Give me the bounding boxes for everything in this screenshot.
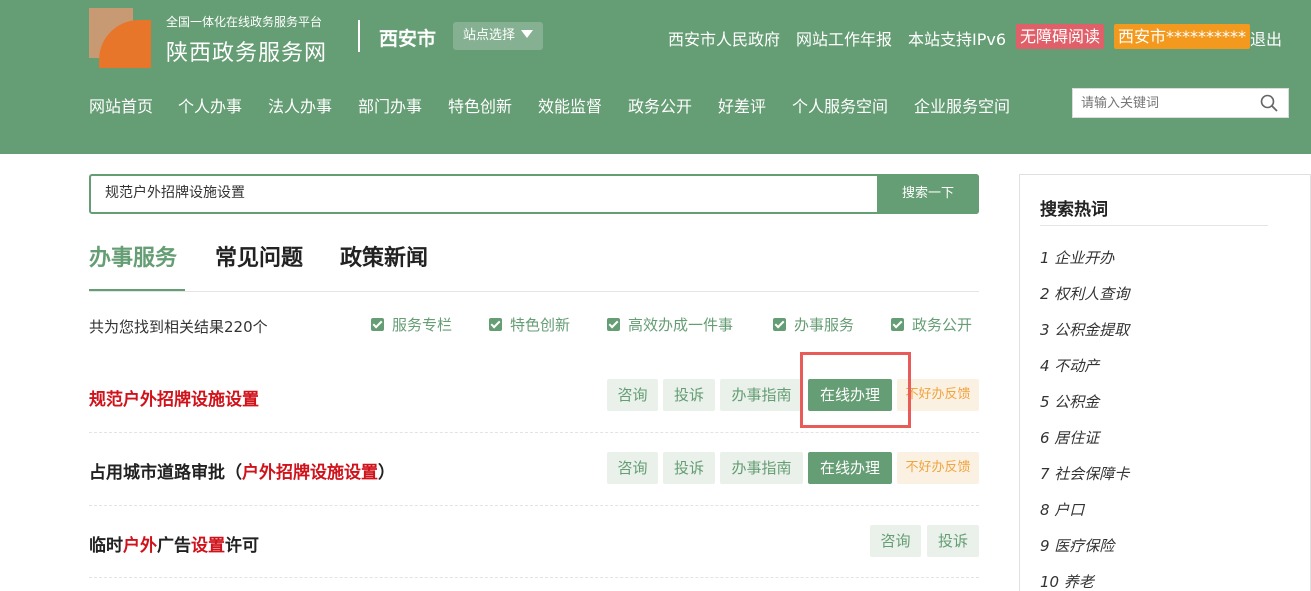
site-header: 全国一体化在线政务服务平台 陕西政务服务网 西安市 站点选择 西安市人民政府 网… — [0, 0, 1311, 154]
title-text: 占用城市道路审批（ — [89, 463, 242, 483]
consult-button[interactable]: 咨询 — [607, 452, 658, 484]
title-text: 许可 — [225, 536, 259, 556]
hot-word-item[interactable]: 5 公积金 — [1040, 391, 1099, 412]
online-apply-button[interactable]: 在线办理 — [808, 452, 892, 484]
title-keyword: 设置 — [191, 536, 225, 556]
city-name: 西安市 — [379, 28, 437, 50]
complaint-button[interactable]: 投诉 — [663, 452, 715, 484]
nav-efficiency[interactable]: 效能监督 — [538, 93, 602, 117]
hot-word-item[interactable]: 6 居住证 — [1040, 427, 1099, 448]
link-annual-report[interactable]: 网站工作年报 — [796, 26, 892, 50]
title-keyword: 户外 — [123, 536, 157, 556]
hot-word-item[interactable]: 1 企业开办 — [1040, 247, 1114, 268]
checkbox-checked-icon — [371, 318, 384, 331]
hot-word-item[interactable]: 3 公积金提取 — [1040, 319, 1129, 340]
nav-personal[interactable]: 个人办事 — [178, 93, 242, 117]
row-divider — [89, 505, 979, 506]
hot-word-item[interactable]: 10 养老 — [1040, 571, 1094, 591]
nav-review[interactable]: 好差评 — [718, 93, 766, 117]
tab-services[interactable]: 办事服务 — [89, 240, 177, 272]
nav-enterprise-space[interactable]: 企业服务空间 — [914, 93, 1010, 117]
nav-innovation[interactable]: 特色创新 — [448, 93, 512, 117]
tab-policy-news[interactable]: 政策新闻 — [340, 240, 428, 272]
site-logo[interactable] — [89, 8, 151, 68]
search-icon[interactable] — [1260, 94, 1278, 112]
filter-label: 服务专栏 — [392, 316, 453, 334]
site-subtitle: 全国一体化在线政务服务平台 — [166, 15, 323, 29]
result-title[interactable]: 规范户外招牌设施设置 — [89, 385, 259, 410]
result-count: 共为您找到相关结果220个 — [89, 318, 268, 336]
header-search — [1072, 88, 1289, 118]
accessible-reading-button[interactable]: 无障碍阅读 — [1016, 24, 1105, 49]
nav-department[interactable]: 部门办事 — [358, 93, 422, 117]
hot-word-item[interactable]: 8 户口 — [1040, 499, 1084, 520]
title-text: 广告 — [157, 536, 191, 556]
main-content: 搜索一下 办事服务 常见问题 政策新闻 共为您找到相关结果220个 服务专栏 特… — [0, 154, 1311, 591]
checkbox-checked-icon — [607, 318, 620, 331]
nav-home[interactable]: 网站首页 — [89, 93, 153, 117]
nav-legal-person[interactable]: 法人办事 — [268, 93, 332, 117]
annotation-highlight-box — [800, 352, 911, 428]
filter-label: 政务公开 — [912, 316, 973, 334]
result-title[interactable]: 临时户外广告设置许可 — [89, 531, 259, 556]
checkbox-checked-icon — [891, 318, 904, 331]
row-divider — [89, 432, 979, 433]
divider — [358, 20, 360, 52]
nav-personal-space[interactable]: 个人服务空间 — [792, 93, 888, 117]
site-select-label: 站点选择 — [463, 28, 516, 43]
sidebar-title: 搜索热词 — [1040, 200, 1108, 220]
result-title[interactable]: 占用城市道路审批（户外招牌设施设置） — [89, 458, 395, 483]
main-search: 搜索一下 — [89, 174, 979, 214]
title-keyword: 户外招牌设施设置 — [242, 463, 378, 483]
hot-word-item[interactable]: 4 不动产 — [1040, 355, 1099, 376]
filter-services[interactable]: 办事服务 — [773, 314, 854, 335]
hot-words-sidebar: 搜索热词 1 企业开办 2 权利人查询 3 公积金提取 4 不动产 5 公积金 … — [1019, 174, 1311, 591]
hot-word-item[interactable]: 9 医疗保险 — [1040, 535, 1114, 556]
filter-service-column[interactable]: 服务专栏 — [371, 314, 452, 335]
filter-label: 办事服务 — [794, 316, 855, 334]
filter-innovation[interactable]: 特色创新 — [489, 314, 570, 335]
complaint-button[interactable]: 投诉 — [663, 379, 715, 411]
main-search-input[interactable] — [105, 184, 805, 200]
feedback-button[interactable]: 不好办反馈 — [897, 452, 979, 484]
filter-label: 特色创新 — [510, 316, 571, 334]
user-account-button[interactable]: 西安市********** — [1114, 24, 1251, 49]
header-search-input[interactable] — [1073, 89, 1253, 117]
site-select-dropdown[interactable]: 站点选择 — [453, 22, 543, 50]
link-xian-government[interactable]: 西安市人民政府 — [668, 26, 780, 50]
guide-button[interactable]: 办事指南 — [720, 452, 803, 484]
link-ipv6[interactable]: 本站支持IPv6 — [908, 26, 1006, 50]
consult-button[interactable]: 咨询 — [870, 525, 921, 557]
logout-link[interactable]: 退出 — [1250, 26, 1282, 50]
divider — [89, 291, 979, 292]
caret-down-icon — [521, 30, 534, 38]
filter-one-thing[interactable]: 高效办成一件事 — [607, 314, 733, 335]
row-divider — [89, 577, 979, 578]
checkbox-checked-icon — [773, 318, 786, 331]
hot-word-item[interactable]: 2 权利人查询 — [1040, 283, 1129, 304]
consult-button[interactable]: 咨询 — [607, 379, 658, 411]
complaint-button[interactable]: 投诉 — [927, 525, 979, 557]
guide-button[interactable]: 办事指南 — [720, 379, 803, 411]
tab-faq[interactable]: 常见问题 — [215, 240, 303, 272]
search-button[interactable]: 搜索一下 — [877, 174, 979, 214]
nav-public-affairs[interactable]: 政务公开 — [628, 93, 692, 117]
title-text: ） — [378, 463, 395, 483]
site-title[interactable]: 陕西政务服务网 — [166, 35, 327, 67]
filter-label: 高效办成一件事 — [628, 316, 734, 334]
filter-public-affairs[interactable]: 政务公开 — [891, 314, 972, 335]
checkbox-checked-icon — [489, 318, 502, 331]
hot-word-item[interactable]: 7 社会保障卡 — [1040, 463, 1129, 484]
divider — [1040, 225, 1268, 226]
title-text: 临时 — [89, 536, 123, 556]
